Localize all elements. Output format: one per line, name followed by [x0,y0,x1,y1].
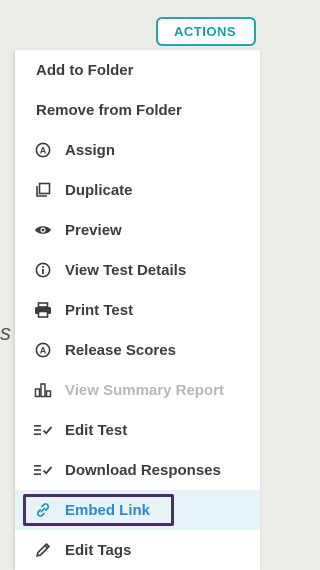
menu-item-label: Add to Folder [36,61,134,79]
menu-item-label: Remove from Folder [36,101,182,119]
actions-button[interactable]: ACTIONS [156,17,256,46]
menu-item-duplicate[interactable]: Duplicate [15,170,260,210]
menu-item-download-responses[interactable]: Download Responses [15,450,260,490]
menu-item-remove-from-folder[interactable]: Remove from Folder [15,90,260,130]
menu-item-view-test-details[interactable]: View Test Details [15,250,260,290]
menu-item-label: Assign [65,141,116,159]
actions-dropdown-menu: Add to Folder Remove from Folder A Assig… [15,50,260,570]
menu-item-edit-tags[interactable]: Edit Tags [15,530,260,570]
menu-item-label: Duplicate [65,181,133,199]
menu-item-label: Edit Tags [65,541,132,559]
svg-text:A: A [40,345,47,355]
menu-item-print-test[interactable]: Print Test [15,290,260,330]
pencil-icon [33,540,53,560]
menu-item-label: Preview [65,221,122,239]
menu-item-label: View Summary Report [65,381,224,399]
info-icon [33,260,53,280]
menu-item-label: View Test Details [65,261,187,279]
background-text-fragment: s [0,320,11,345]
eye-icon [33,220,53,240]
printer-icon [33,300,53,320]
menu-item-view-summary-report: View Summary Report [15,370,260,410]
circle-a-icon: A [33,340,53,360]
menu-item-label: Download Responses [65,461,221,479]
menu-item-embed-link[interactable]: Embed Link [15,490,260,530]
menu-item-release-scores[interactable]: A Release Scores [15,330,260,370]
menu-item-label: Edit Test [65,421,128,439]
list-check-icon [33,460,53,480]
menu-item-label: Print Test [65,301,134,319]
focus-outline [23,494,174,526]
bar-chart-icon [33,380,53,400]
menu-item-label: Release Scores [65,341,176,359]
menu-item-preview[interactable]: Preview [15,210,260,250]
menu-item-edit-test[interactable]: Edit Test [15,410,260,450]
circle-a-icon: A [33,140,53,160]
svg-text:A: A [40,145,47,155]
duplicate-icon [33,180,53,200]
menu-item-assign[interactable]: A Assign [15,130,260,170]
list-check-icon [33,420,53,440]
menu-item-add-to-folder[interactable]: Add to Folder [15,50,260,90]
